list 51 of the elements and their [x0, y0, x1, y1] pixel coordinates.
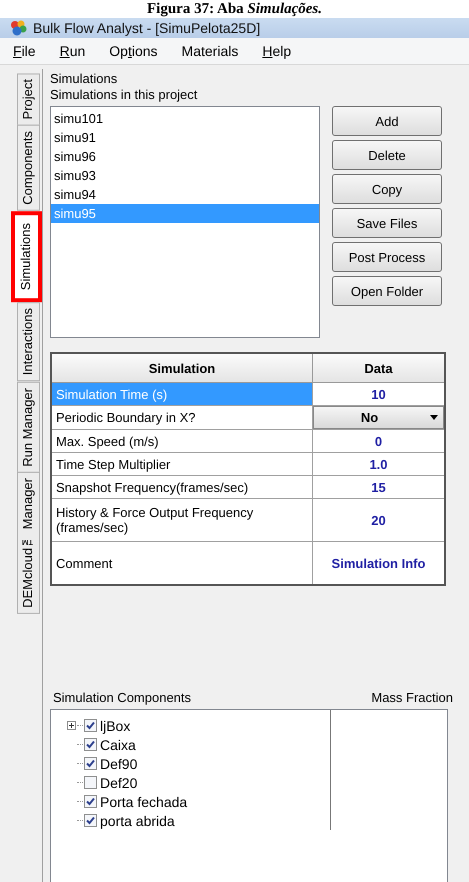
side-tab[interactable]: Run Manager — [17, 382, 40, 472]
list-item[interactable]: simu96 — [51, 147, 319, 166]
figure-caption: Figura 37: Aba Simulações. — [0, 0, 469, 18]
action-button[interactable]: Open Folder — [332, 276, 442, 306]
list-item[interactable]: simu93 — [51, 166, 319, 185]
tree-item[interactable]: porta abrida — [100, 812, 175, 828]
window-title: Bulk Flow Analyst - [SimuPelota25D] — [33, 20, 260, 36]
tree-item[interactable]: Def90 — [100, 756, 138, 772]
side-tab[interactable]: Simulations — [11, 211, 42, 302]
action-button[interactable]: Copy — [332, 174, 442, 204]
property-name-cell[interactable]: History & Force Output Frequency (frames/sec) — [51, 498, 312, 542]
action-button[interactable]: Delete — [332, 140, 442, 170]
action-button[interactable]: Post Process — [332, 242, 442, 272]
checkbox[interactable] — [84, 757, 97, 770]
group-label: Simulations — [50, 71, 118, 87]
side-tab[interactable]: Project — [17, 73, 40, 126]
column-header: Simulation Components — [53, 690, 192, 705]
app-logo-icon — [10, 20, 28, 36]
tree-item[interactable]: Caixa — [100, 736, 136, 752]
action-button[interactable]: Add — [332, 106, 442, 136]
property-name-cell[interactable]: Max. Speed (m/s) — [51, 430, 312, 452]
list-item[interactable]: simu91 — [51, 128, 319, 147]
column-header: Mass Fraction — [371, 690, 453, 705]
expand-icon[interactable] — [67, 721, 76, 730]
menu-item[interactable]: Materials — [182, 43, 238, 59]
menu-item[interactable]: Run — [60, 43, 86, 59]
side-tab[interactable]: Interactions — [17, 302, 40, 382]
menu-item[interactable]: File — [13, 43, 36, 59]
checkbox[interactable] — [84, 738, 97, 751]
checkbox[interactable] — [84, 719, 97, 732]
action-button[interactable]: Save Files — [332, 208, 442, 238]
list-item[interactable]: simu101 — [51, 109, 319, 128]
value-dropdown[interactable]: No — [313, 406, 444, 429]
caret-icon — [430, 415, 438, 420]
property-name-cell[interactable]: Periodic Boundary in X? — [51, 406, 312, 430]
tree-item[interactable]: Porta fechada — [100, 794, 188, 810]
menu-item[interactable]: Help — [262, 43, 292, 59]
checkbox[interactable] — [84, 814, 97, 827]
column-header: Data — [312, 353, 445, 382]
tree-item[interactable]: Def20 — [100, 774, 138, 790]
property-name-cell[interactable]: Snapshot Frequency(frames/sec) — [51, 476, 312, 498]
tree-item[interactable]: ljBox — [100, 718, 130, 734]
column-header: Simulation — [51, 353, 312, 382]
checkbox[interactable] — [84, 795, 97, 808]
property-name-cell[interactable]: Time Step Multiplier — [51, 452, 312, 476]
list-item[interactable]: simu94 — [51, 185, 319, 204]
menu-item[interactable]: Options — [109, 43, 158, 59]
side-tab[interactable]: DEMcloud™ Manager — [17, 472, 40, 614]
checkbox[interactable] — [84, 776, 97, 789]
side-tab[interactable]: Components — [17, 125, 40, 212]
list-label: Simulations in this project — [50, 87, 198, 103]
